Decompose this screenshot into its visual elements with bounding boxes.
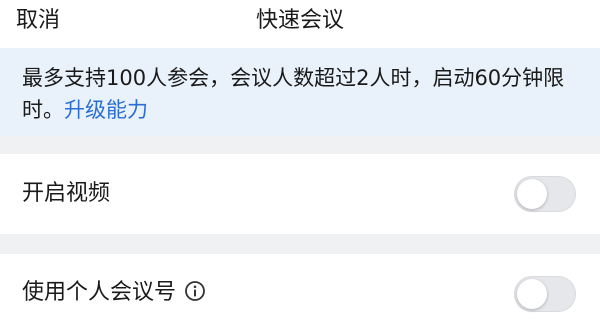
notice-text-block: 最多支持100人参会，会议人数超过2人时，启动60分钟限时。升级能力 [22,62,582,126]
enable-video-toggle[interactable] [514,176,576,212]
setting-row-personal-meeting-id: 使用个人会议号 [0,254,600,336]
personal-meeting-id-label: 使用个人会议号 [22,280,177,305]
page-title: 快速会议 [255,8,344,33]
toggle-knob [517,179,547,209]
personal-meeting-id-toggle[interactable] [514,276,576,312]
section-divider [0,136,600,154]
nav-header: 取消 快速会议 [0,0,600,48]
meeting-limit-notice: 最多支持100人参会，会议人数超过2人时，启动60分钟限时。升级能力 [0,48,600,136]
upgrade-link[interactable]: 升级能力 [64,98,148,122]
info-icon[interactable] [184,280,206,302]
toggle-knob [517,279,547,309]
setting-row-enable-video: 开启视频 [0,154,600,234]
section-divider [0,234,600,254]
enable-video-label: 开启视频 [22,181,111,206]
personal-meeting-id-label-group: 使用个人会议号 [22,278,206,308]
